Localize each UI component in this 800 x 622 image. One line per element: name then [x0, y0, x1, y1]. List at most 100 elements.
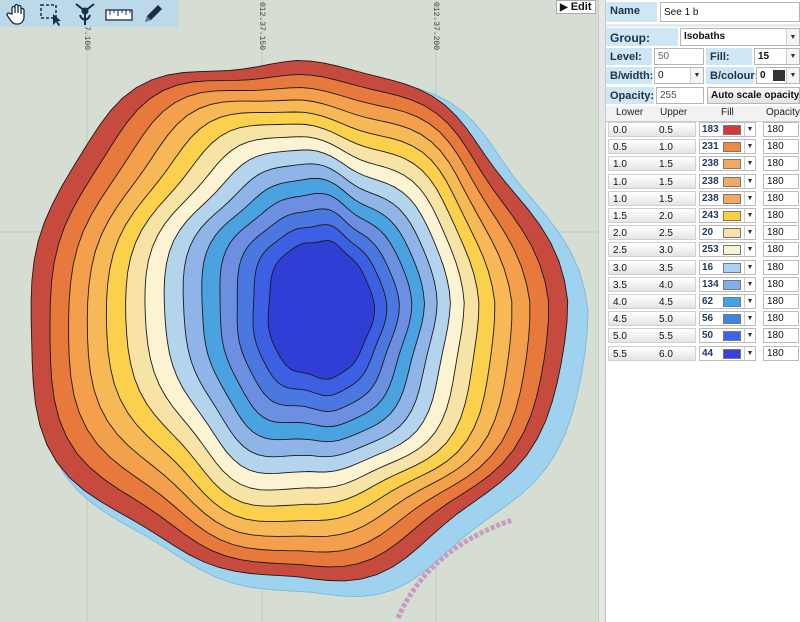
fill-value: 243 — [702, 210, 719, 221]
lower-value: 1.0 — [613, 176, 627, 188]
upper-value: 2.0 — [659, 211, 673, 222]
level-label: Level: — [606, 48, 652, 65]
opacity-cell[interactable]: 180 — [763, 173, 799, 189]
fill-select[interactable]: 238 ▼ — [699, 173, 756, 189]
opacity-cell[interactable]: 180 — [763, 294, 799, 309]
fill-select[interactable]: 238 ▼ — [699, 156, 756, 172]
fill-select[interactable]: 183 ▼ — [699, 122, 756, 137]
range-cell: 0.0 0.5 — [608, 122, 696, 137]
upper-value: 5.5 — [659, 331, 673, 343]
range-cell: 1.5 2.0 — [608, 208, 696, 223]
group-select[interactable]: Isobaths ▼ — [680, 28, 800, 46]
lower-value: 1.0 — [613, 193, 627, 205]
fill-select[interactable]: 50 ▼ — [699, 328, 756, 344]
level-input[interactable]: 50 — [654, 48, 704, 65]
vertex-icon[interactable] — [68, 0, 102, 27]
name-field[interactable]: See 1 b — [660, 2, 800, 22]
table-row[interactable]: 1.0 1.5 238 ▼ 180 — [606, 173, 800, 190]
lower-value: 2.0 — [613, 228, 627, 240]
contour-map[interactable] — [0, 0, 598, 622]
opacity-cell[interactable]: 180 — [763, 139, 799, 155]
fill-select[interactable]: 231 ▼ — [699, 139, 756, 155]
upper-value: 6.0 — [659, 348, 673, 360]
fill-swatch — [723, 193, 741, 204]
fill-value: 134 — [702, 278, 719, 290]
opacity-cell[interactable]: 180 — [763, 208, 799, 223]
fill-select[interactable]: 44 ▼ — [699, 345, 756, 361]
fill-label: Fill: — [706, 48, 752, 65]
range-cell: 5.5 6.0 — [608, 345, 696, 361]
fill-swatch — [723, 125, 741, 135]
bcolour-select[interactable]: 0 ▼ — [756, 67, 800, 84]
lower-value: 3.0 — [613, 262, 627, 274]
opacity-cell[interactable]: 180 — [763, 242, 799, 258]
table-row[interactable]: 2.5 3.0 253 ▼ 180 — [606, 241, 800, 258]
bwidth-select[interactable]: 0 ▼ — [654, 67, 704, 84]
opacity-cell[interactable]: 180 — [763, 190, 799, 206]
auto-scale-opacity-button[interactable]: Auto scale opacity — [707, 87, 800, 104]
opacity-cell[interactable]: 180 — [763, 156, 799, 172]
hand-icon[interactable] — [0, 0, 34, 27]
chevron-down-icon: ▼ — [744, 209, 755, 222]
map-toolbar — [0, 0, 178, 27]
column-header: Fill — [721, 107, 734, 118]
isobath-contours — [30, 60, 589, 598]
opacity-cell[interactable]: 180 — [763, 259, 799, 275]
fill-select[interactable]: 238 ▼ — [699, 190, 756, 206]
table-row[interactable]: 1.0 1.5 238 ▼ 180 — [606, 155, 800, 172]
lower-value: 4.0 — [613, 297, 627, 308]
fill-select-value: 15 — [758, 51, 770, 62]
opacity-input[interactable]: 255 — [656, 87, 704, 104]
opacity-cell[interactable]: 180 — [763, 276, 799, 292]
fill-select[interactable]: 16 ▼ — [699, 259, 756, 275]
range-cell: 4.0 4.5 — [608, 294, 696, 309]
panel-splitter[interactable] — [598, 0, 606, 622]
chevron-down-icon: ▼ — [744, 346, 755, 360]
map-view[interactable]: 012.37.150 012.37.200 012.37.100 — [0, 0, 598, 622]
table-row[interactable]: 1.0 1.5 238 ▼ 180 — [606, 190, 800, 207]
opacity-cell[interactable]: 180 — [763, 122, 799, 137]
table-row[interactable]: 4.5 5.0 56 ▼ 180 — [606, 310, 800, 327]
select-rectangle-icon[interactable] — [34, 0, 68, 27]
fill-select[interactable]: 62 ▼ — [699, 294, 756, 309]
range-cell: 2.0 2.5 — [608, 225, 696, 241]
fill-select[interactable]: 253 ▼ — [699, 242, 756, 258]
table-row[interactable]: 3.0 3.5 16 ▼ 180 — [606, 259, 800, 276]
measure-icon[interactable] — [102, 0, 136, 27]
chevron-down-icon: ▼ — [786, 29, 799, 45]
chevron-down-icon: ▼ — [744, 174, 755, 188]
fill-swatch — [723, 297, 741, 307]
chevron-down-icon: ▼ — [744, 140, 755, 154]
table-row[interactable]: 5.5 6.0 44 ▼ 180 — [606, 345, 800, 362]
group-label: Group: — [606, 28, 678, 46]
opacity-cell[interactable]: 180 — [763, 328, 799, 344]
opacity-label: Opacity: — [606, 87, 654, 104]
table-row[interactable]: 2.0 2.5 20 ▼ 180 — [606, 224, 800, 241]
fill-select[interactable]: 56 ▼ — [699, 311, 756, 327]
lower-value: 4.5 — [613, 314, 627, 326]
fill-select[interactable]: 20 ▼ — [699, 225, 756, 241]
table-row[interactable]: 0.0 0.5 183 ▼ 180 — [606, 121, 800, 138]
fill-value: 231 — [702, 141, 719, 153]
lower-value: 5.5 — [613, 348, 627, 360]
table-row[interactable]: 5.0 5.5 50 ▼ 180 — [606, 327, 800, 344]
opacity-cell[interactable]: 180 — [763, 345, 799, 361]
pencil-icon[interactable] — [136, 0, 170, 27]
table-row[interactable]: 0.5 1.0 231 ▼ 180 — [606, 138, 800, 155]
fill-select[interactable]: 15 ▼ — [754, 48, 800, 65]
edit-button[interactable]: ▶ Edit — [556, 0, 596, 14]
fill-value: 238 — [702, 192, 719, 204]
opacity-cell[interactable]: 180 — [763, 225, 799, 241]
table-row[interactable]: 4.0 4.5 62 ▼ 180 — [606, 293, 800, 310]
fill-select[interactable]: 243 ▼ — [699, 208, 756, 223]
column-header: Upper — [660, 107, 688, 118]
fill-swatch — [723, 348, 741, 359]
table-row[interactable]: 1.5 2.0 243 ▼ 180 — [606, 207, 800, 224]
table-row[interactable]: 3.5 4.0 134 ▼ 180 — [606, 276, 800, 293]
upper-value: 0.5 — [659, 125, 673, 136]
fill-value: 20 — [702, 227, 714, 239]
fill-value: 50 — [702, 330, 714, 342]
fill-select[interactable]: 134 ▼ — [699, 276, 756, 292]
bwidth-select-value: 0 — [658, 70, 664, 81]
opacity-cell[interactable]: 180 — [763, 311, 799, 327]
